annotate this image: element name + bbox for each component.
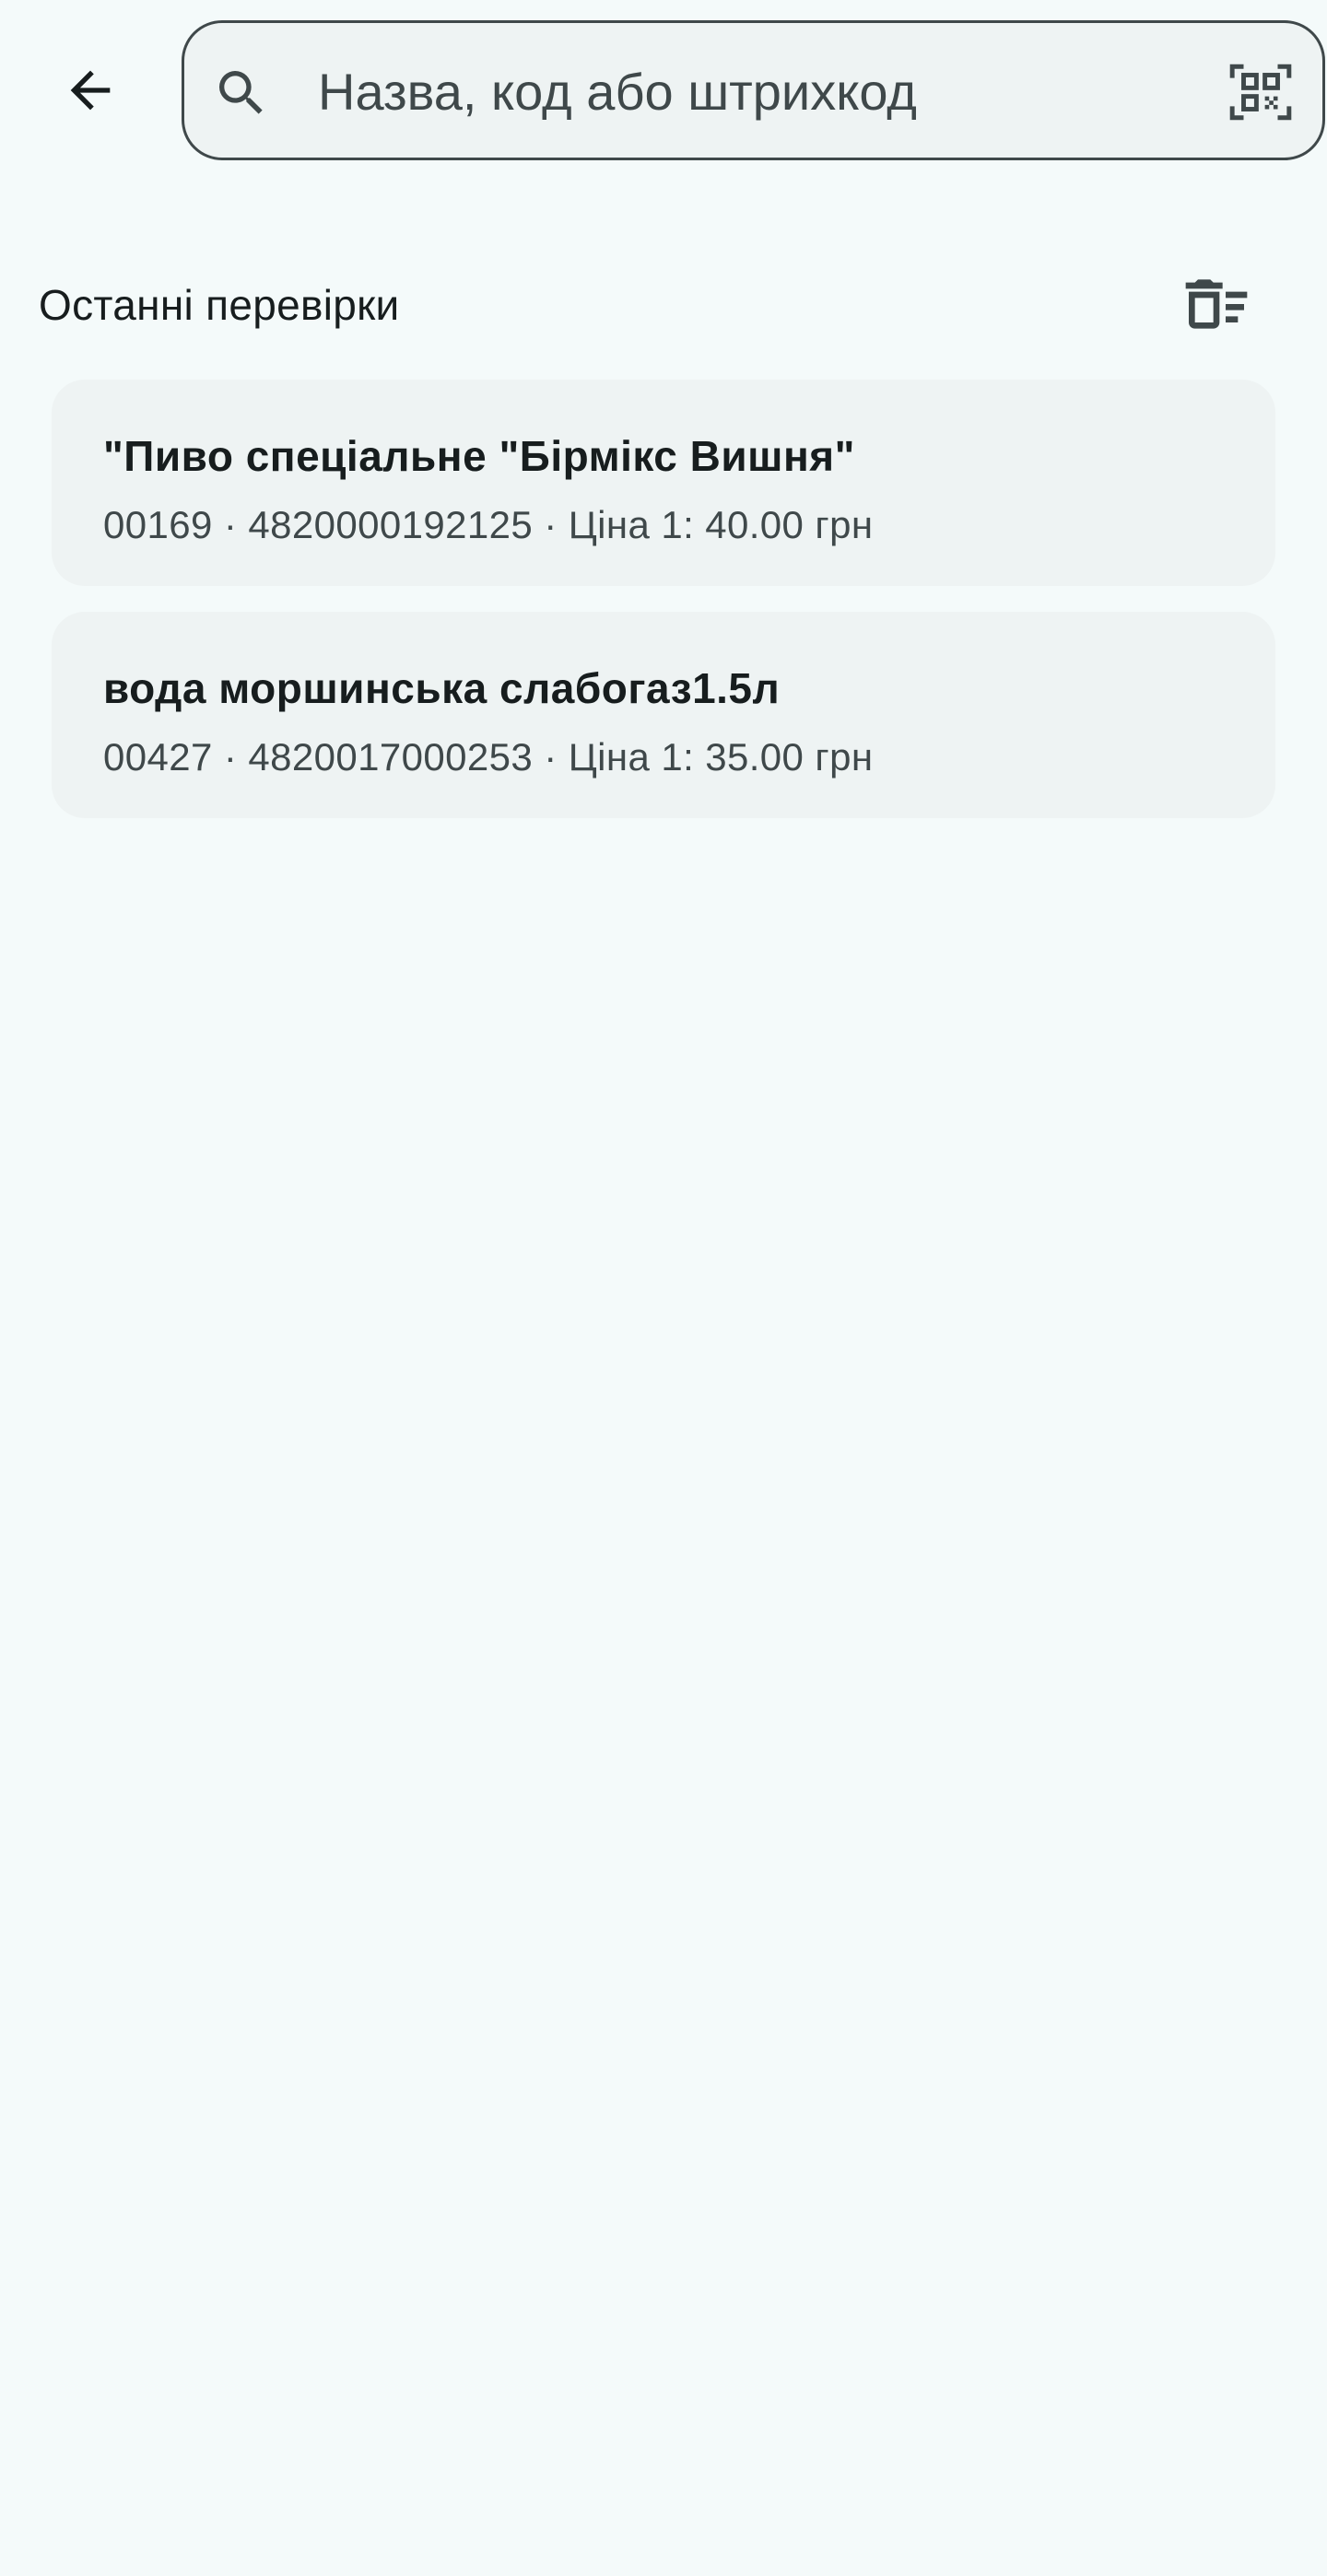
recent-checks-list: "Пиво спеціальне "Бірмікс Вишня" 00169 ·… xyxy=(52,380,1275,844)
top-app-bar xyxy=(0,0,1327,184)
search-bar[interactable] xyxy=(182,20,1327,160)
list-item[interactable]: вода моршинська слабогаз1.5л 00427 · 482… xyxy=(52,612,1275,818)
list-item[interactable]: "Пиво спеціальне "Бірмікс Вишня" 00169 ·… xyxy=(52,380,1275,586)
qr-code-scanner-icon[interactable] xyxy=(1227,58,1295,126)
delete-sweep-icon[interactable] xyxy=(1180,267,1253,341)
recent-checks-header: Останні перевірки xyxy=(0,240,1327,369)
product-name: "Пиво спеціальне "Бірмікс Вишня" xyxy=(103,432,855,480)
back-button[interactable] xyxy=(39,39,142,142)
section-title: Останні перевірки xyxy=(39,281,400,329)
product-details: 00169 · 4820000192125 · Ціна 1: 40.00 гр… xyxy=(103,503,874,546)
search-input[interactable] xyxy=(318,51,1327,132)
search-icon xyxy=(219,71,263,114)
product-name: вода моршинська слабогаз1.5л xyxy=(103,664,781,712)
product-details: 00427 · 4820017000253 · Ціна 1: 35.00 гр… xyxy=(103,735,874,779)
arrow-back-icon xyxy=(70,70,111,111)
